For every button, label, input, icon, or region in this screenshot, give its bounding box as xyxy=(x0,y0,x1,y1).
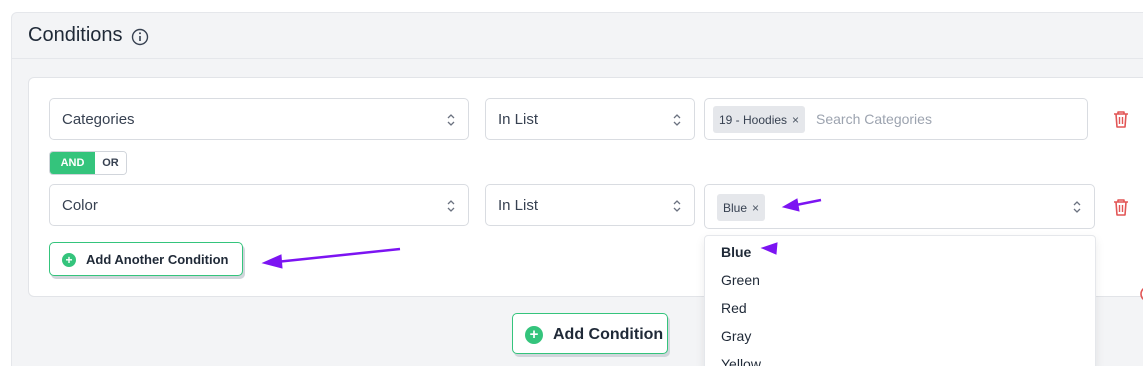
condition-1-field-select[interactable]: Categories xyxy=(49,98,469,140)
panel-title: Conditions xyxy=(28,24,123,46)
dropdown-option-red[interactable]: Red xyxy=(721,300,747,316)
condition-1-field-value: Categories xyxy=(62,111,135,128)
and-button[interactable]: AND xyxy=(50,152,95,174)
category-search-input[interactable]: Search Categories xyxy=(816,111,932,127)
value-tag: Blue × xyxy=(717,194,766,221)
info-icon[interactable] xyxy=(131,28,149,46)
condition-2-value-multiselect[interactable]: Blue × xyxy=(704,184,1095,229)
add-another-condition-button[interactable]: + Add Another Condition xyxy=(49,242,243,276)
color-options-dropdown: Blue Green Red Gray Yellow xyxy=(704,235,1096,366)
dropdown-option-green[interactable]: Green xyxy=(721,272,760,288)
condition-2-field-select[interactable]: Color xyxy=(49,184,469,226)
trash-icon[interactable] xyxy=(1112,109,1130,129)
condition-2-operator-select[interactable]: In List xyxy=(485,184,695,226)
tag-remove-icon[interactable]: × xyxy=(792,113,799,127)
dropdown-option-gray[interactable]: Gray xyxy=(721,328,751,344)
add-condition-button[interactable]: + Add Condition xyxy=(512,313,668,354)
chevron-updown-icon xyxy=(447,200,455,212)
condition-1-operator-value: In List xyxy=(498,111,539,128)
condition-2-operator-value: In List xyxy=(498,197,539,214)
tag-remove-icon[interactable]: × xyxy=(752,201,759,215)
chevron-updown-icon xyxy=(447,114,455,126)
condition-1-value-multiselect[interactable]: 19 - Hoodies × Search Categories xyxy=(704,98,1088,140)
add-another-condition-label: Add Another Condition xyxy=(86,252,229,267)
value-tag-label: 19 - Hoodies xyxy=(719,113,788,127)
chevron-updown-icon xyxy=(673,200,681,212)
condition-1-operator-select[interactable]: In List xyxy=(485,98,695,140)
or-button[interactable]: OR xyxy=(95,152,126,174)
dropdown-option-yellow[interactable]: Yellow xyxy=(721,356,761,366)
dropdown-option-blue[interactable]: Blue xyxy=(721,244,751,260)
trash-icon[interactable] xyxy=(1112,197,1130,217)
chevron-updown-icon xyxy=(673,114,681,126)
close-circle-icon[interactable] xyxy=(1136,285,1143,303)
plus-circle-icon: + xyxy=(525,326,543,344)
value-tag: 19 - Hoodies × xyxy=(713,106,806,133)
plus-circle-icon: + xyxy=(62,253,76,267)
logic-toggle: AND OR xyxy=(49,151,127,175)
add-condition-label: Add Condition xyxy=(553,326,664,343)
panel-header: Conditions xyxy=(12,13,1143,59)
value-tag-label: Blue xyxy=(723,201,748,215)
chevron-updown-icon xyxy=(1073,201,1081,213)
condition-2-field-value: Color xyxy=(62,197,98,214)
